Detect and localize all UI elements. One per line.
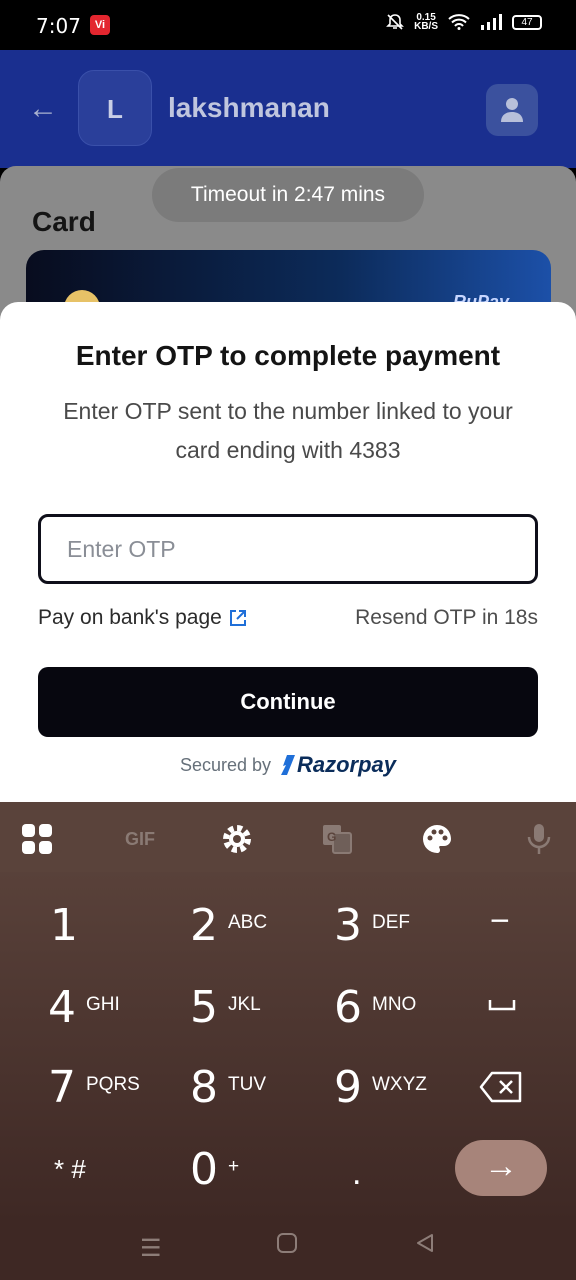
space-icon — [488, 1000, 516, 1011]
wifi-icon — [448, 14, 470, 30]
continue-button[interactable]: Continue — [38, 667, 538, 737]
apps-grid-icon[interactable] — [20, 822, 54, 856]
external-link-icon — [229, 610, 246, 626]
keyboard-toolbar: GIF G — [0, 802, 576, 872]
key-0[interactable]: 0 + — [190, 1144, 239, 1195]
signal-icon — [481, 14, 502, 30]
key-minus[interactable]: − — [490, 902, 510, 941]
sheet-subtitle: Enter OTP sent to the number linked to y… — [63, 398, 513, 463]
backspace-icon — [479, 1071, 522, 1103]
key-3[interactable]: 3 DEF — [334, 900, 410, 951]
status-time: 7:07 — [36, 14, 81, 38]
recents-icon[interactable]: ☰ — [140, 1234, 162, 1263]
profile-button[interactable] — [486, 84, 538, 136]
secured-by-label: Secured by — [179, 754, 271, 775]
palette-icon[interactable] — [420, 822, 454, 856]
key-1[interactable]: 1 — [50, 900, 78, 951]
razorpay-mark-icon — [281, 755, 295, 775]
enter-key[interactable]: → — [455, 1140, 547, 1196]
key-7[interactable]: 7 PQRS — [48, 1062, 140, 1113]
app-header: ← L lakshmanan — [0, 50, 576, 168]
pay-on-bank-page-link[interactable]: Pay on bank's page — [38, 606, 248, 630]
merchant-avatar: L — [78, 70, 152, 146]
key-4[interactable]: 4 GHI — [48, 982, 120, 1033]
key-dot[interactable]: . — [352, 1154, 361, 1193]
battery-icon: 47 — [512, 14, 542, 30]
timeout-toast: Timeout in 2:47 mins — [152, 168, 424, 222]
key-2[interactable]: 2 ABC — [190, 900, 267, 951]
otp-input[interactable] — [38, 514, 538, 584]
mic-icon[interactable] — [522, 822, 556, 856]
sheet-title: Enter OTP to complete payment — [75, 340, 501, 371]
backspace-key[interactable] — [478, 1070, 524, 1109]
key-9[interactable]: 9 WXYZ — [334, 1062, 427, 1113]
numeric-keyboard: GIF G 1 2 ABC 3 DEF − 4 GHI 5 JKL 6 MNO 7 PQRS… — [0, 802, 576, 1224]
net-speed-unit: KB/S — [414, 21, 438, 32]
key-star-hash[interactable]: * # — [54, 1154, 86, 1185]
razorpay-wordmark: Razorpay — [297, 752, 397, 777]
otp-sheet: Enter OTP to complete payment Enter OTP … — [0, 302, 576, 802]
user-icon — [501, 98, 523, 122]
system-nav-bar: ☰ — [0, 1224, 576, 1280]
net-speed: 0.15 KB/S — [414, 13, 438, 32]
resend-otp-timer: Resend OTP in 18s — [355, 606, 538, 629]
secured-by: Secured by Razorpay — [0, 752, 576, 778]
back-arrow-icon[interactable]: ← — [28, 92, 58, 126]
key-5[interactable]: 5 JKL — [190, 982, 261, 1033]
section-title: Card — [32, 206, 96, 237]
gif-button[interactable]: GIF — [120, 822, 160, 856]
merchant-name: lakshmanan — [168, 92, 330, 123]
translate-icon[interactable]: G — [320, 822, 354, 856]
carrier-icon: Vi — [90, 15, 110, 35]
space-key[interactable] — [488, 998, 516, 1017]
key-8[interactable]: 8 TUV — [190, 1062, 266, 1113]
status-bar: 7:07 Vi 0.15 KB/S 47 — [0, 0, 576, 50]
bank-link-label: Pay on bank's page — [38, 606, 222, 629]
settings-icon[interactable] — [220, 822, 254, 856]
razorpay-logo: Razorpay — [281, 752, 396, 778]
back-nav-icon[interactable] — [414, 1232, 436, 1261]
mute-bell-icon — [386, 14, 405, 30]
svg-text:G: G — [327, 830, 336, 844]
status-icons: 0.15 KB/S 47 — [386, 13, 542, 32]
home-icon[interactable] — [276, 1232, 298, 1261]
key-6[interactable]: 6 MNO — [334, 982, 416, 1033]
